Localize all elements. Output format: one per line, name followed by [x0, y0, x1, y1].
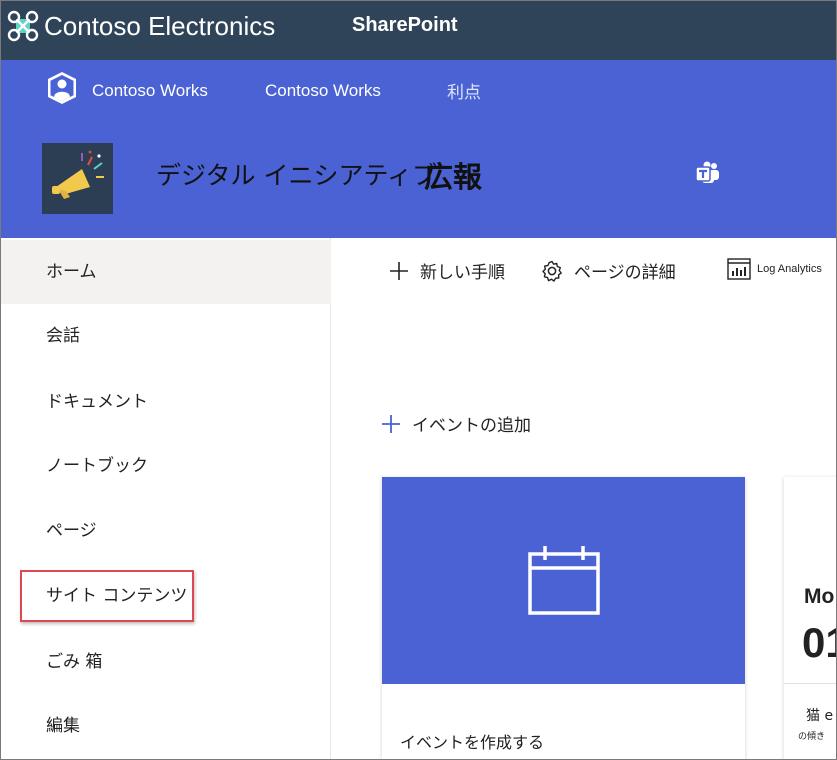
site-logo[interactable] — [42, 143, 113, 214]
app-launcher-icon[interactable] — [7, 10, 39, 42]
left-nav-item-recycle-bin[interactable]: ごみ 箱 — [0, 630, 331, 694]
teams-icon[interactable] — [694, 159, 722, 187]
plus-icon — [382, 414, 400, 433]
create-event-card-banner — [382, 477, 745, 684]
site-title-bold: 広報 — [424, 160, 483, 194]
hub-nav-item-contoso-works-2[interactable]: Contoso Works — [265, 81, 381, 101]
new-button[interactable]: 新しい手順 — [388, 258, 505, 283]
event-subtitle: の傾き — [798, 732, 826, 742]
left-nav-item-conversations[interactable]: 会話 — [0, 304, 331, 368]
left-nav-item-edit[interactable]: 編集 — [0, 694, 331, 758]
hub-logo-icon[interactable] — [44, 70, 80, 106]
left-nav-item-documents[interactable]: ドキュメント — [0, 370, 331, 434]
left-nav: ホーム 会話 ドキュメント ノートブック ページ サイト コンテンツ ごみ 箱 … — [0, 238, 331, 760]
event-month: Mo — [804, 585, 835, 608]
plus-icon — [390, 261, 408, 280]
left-nav-item-pages[interactable]: ページ — [0, 499, 331, 563]
add-event-button[interactable]: イベントの追加 — [380, 411, 531, 436]
megaphone-icon — [52, 150, 104, 199]
add-event-label: イベントの追加 — [412, 416, 531, 436]
site-header: デジタル イニシアティブ 広報 — [0, 118, 837, 238]
log-analytics-label: Log Analytics — [757, 263, 822, 275]
left-nav-item-site-contents[interactable]: サイト コンテンツ — [0, 564, 331, 628]
create-event-card[interactable]: イベントを作成する — [382, 477, 745, 760]
create-event-label: イベントを作成する — [400, 733, 545, 752]
hub-nav-bar: Contoso Works Contoso Works 利点 — [0, 60, 837, 118]
org-name[interactable]: Contoso Electronics — [44, 11, 275, 42]
command-bar: 新しい手順 ページの詳細 Log Analytics — [332, 238, 837, 304]
site-title: デジタル イニシアティブ — [156, 161, 437, 190]
event-card-divider — [784, 683, 837, 684]
event-card[interactable]: Mo 01 猫 e の傾き — [784, 477, 837, 760]
app-name[interactable]: SharePoint — [352, 14, 458, 37]
event-title: 猫 e — [806, 708, 834, 724]
calendar-icon — [528, 546, 600, 615]
left-nav-item-notebook[interactable]: ノートブック — [0, 434, 331, 498]
event-day: 01 — [802, 619, 837, 666]
hub-nav-item-contoso-works-1[interactable]: Contoso Works — [92, 81, 208, 101]
hub-nav-item-benefits[interactable]: 利点 — [447, 78, 481, 103]
page-details-label: ページの詳細 — [574, 263, 676, 283]
log-analytics-button[interactable]: Log Analytics — [727, 258, 822, 280]
left-nav-item-home[interactable]: ホーム — [0, 240, 331, 304]
gear-icon — [542, 260, 562, 282]
new-button-label: 新しい手順 — [420, 263, 505, 283]
page-details-button[interactable]: ページの詳細 — [540, 258, 676, 283]
suite-bar: Contoso Electronics SharePoint — [0, 0, 837, 60]
analytics-icon — [727, 258, 751, 280]
